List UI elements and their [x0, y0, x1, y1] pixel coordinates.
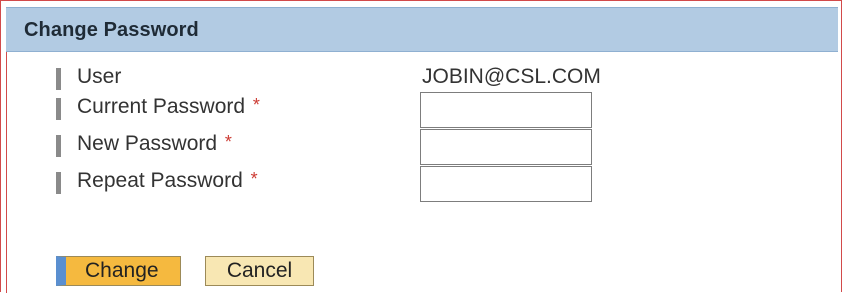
required-marker: * — [250, 169, 258, 189]
dialog-title: Change Password — [24, 19, 199, 41]
field-marker — [56, 98, 61, 120]
current-password-label-text: Current Password — [77, 95, 246, 118]
field-marker — [56, 68, 61, 90]
required-marker: * — [252, 95, 260, 115]
new-password-label-text: New Password — [77, 132, 218, 155]
current-password-label: Current Password * — [77, 95, 260, 119]
change-button[interactable]: Change — [56, 256, 181, 286]
new-password-label: New Password * — [77, 132, 232, 156]
user-value: JOBIN@CSL.COM — [422, 65, 601, 88]
field-marker — [56, 135, 61, 157]
repeat-password-label-text: Repeat Password — [77, 169, 243, 192]
user-row: User JOBIN@CSL.COM — [56, 62, 676, 94]
current-password-input[interactable] — [420, 92, 592, 128]
repeat-password-row: Repeat Password * — [56, 166, 676, 202]
change-password-dialog: Change Password User JOBIN@CSL.COM Curre… — [0, 0, 842, 293]
dialog-header: Change Password — [6, 7, 838, 52]
new-password-input[interactable] — [420, 129, 592, 165]
current-password-row: Current Password * — [56, 92, 676, 128]
repeat-password-input[interactable] — [420, 166, 592, 202]
cancel-button[interactable]: Cancel — [205, 256, 314, 286]
dialog-left-border — [6, 52, 7, 293]
new-password-row: New Password * — [56, 129, 676, 165]
field-marker — [56, 172, 61, 194]
repeat-password-label: Repeat Password * — [77, 169, 258, 193]
required-marker: * — [224, 132, 232, 152]
user-label: User — [77, 65, 122, 88]
